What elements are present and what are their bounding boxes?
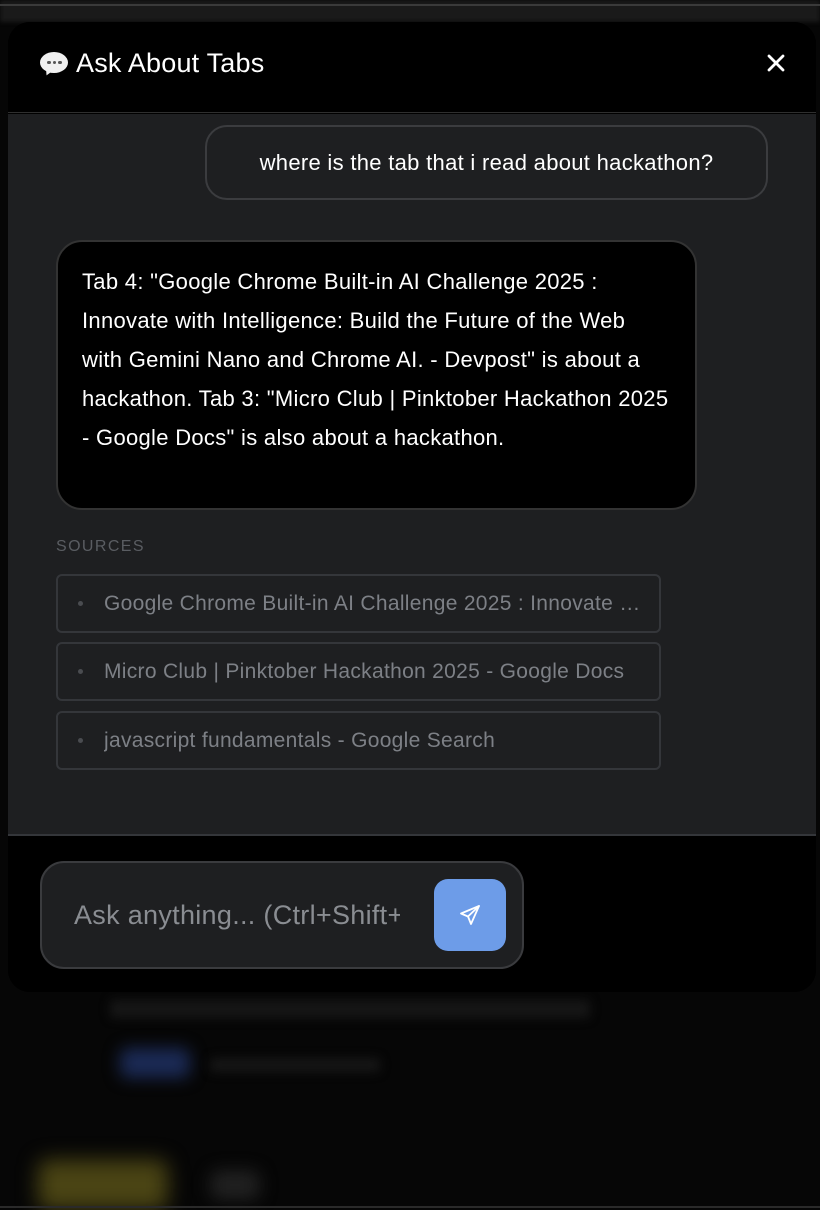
panel-title: Ask About Tabs [76, 48, 265, 78]
panel-title-group: Ask About Tabs [40, 48, 264, 79]
ask-about-tabs-panel: Ask About Tabs where is the tab that i r… [8, 22, 816, 992]
bullet-icon [78, 601, 83, 606]
composer-area [8, 834, 816, 992]
source-title: Google Chrome Built-in AI Challenge 2025… [104, 591, 644, 615]
source-item[interactable]: Micro Club | Pinktober Hackathon 2025 - … [56, 642, 661, 701]
bullet-icon [78, 669, 83, 674]
bullet-icon [78, 738, 83, 743]
close-icon [767, 54, 785, 72]
source-item[interactable]: javascript fundamentals - Google Search [56, 711, 661, 770]
source-title: javascript fundamentals - Google Search [104, 728, 496, 752]
background-button [38, 1160, 168, 1210]
background-button [120, 1048, 190, 1078]
source-item[interactable]: Google Chrome Built-in AI Challenge 2025… [56, 574, 661, 633]
user-message: where is the tab that i read about hacka… [205, 125, 768, 200]
send-button[interactable] [434, 879, 506, 951]
speech-balloon-icon [40, 51, 68, 77]
assistant-message: Tab 4: "Google Chrome Built-in AI Challe… [56, 240, 697, 510]
ask-input[interactable] [72, 889, 402, 941]
panel-header: Ask About Tabs [8, 22, 816, 113]
background-divider [0, 1206, 820, 1208]
paper-plane-icon [460, 905, 480, 925]
source-title: Micro Club | Pinktober Hackathon 2025 - … [104, 659, 625, 683]
close-button[interactable] [764, 51, 788, 75]
background-text-line [110, 1000, 590, 1018]
background-divider [0, 4, 820, 6]
background-button [210, 1170, 260, 1200]
composer-box [40, 861, 524, 969]
message-list[interactable]: where is the tab that i read about hacka… [8, 114, 816, 834]
sources-label: SOURCES [56, 538, 145, 555]
background-text-line [210, 1058, 380, 1072]
